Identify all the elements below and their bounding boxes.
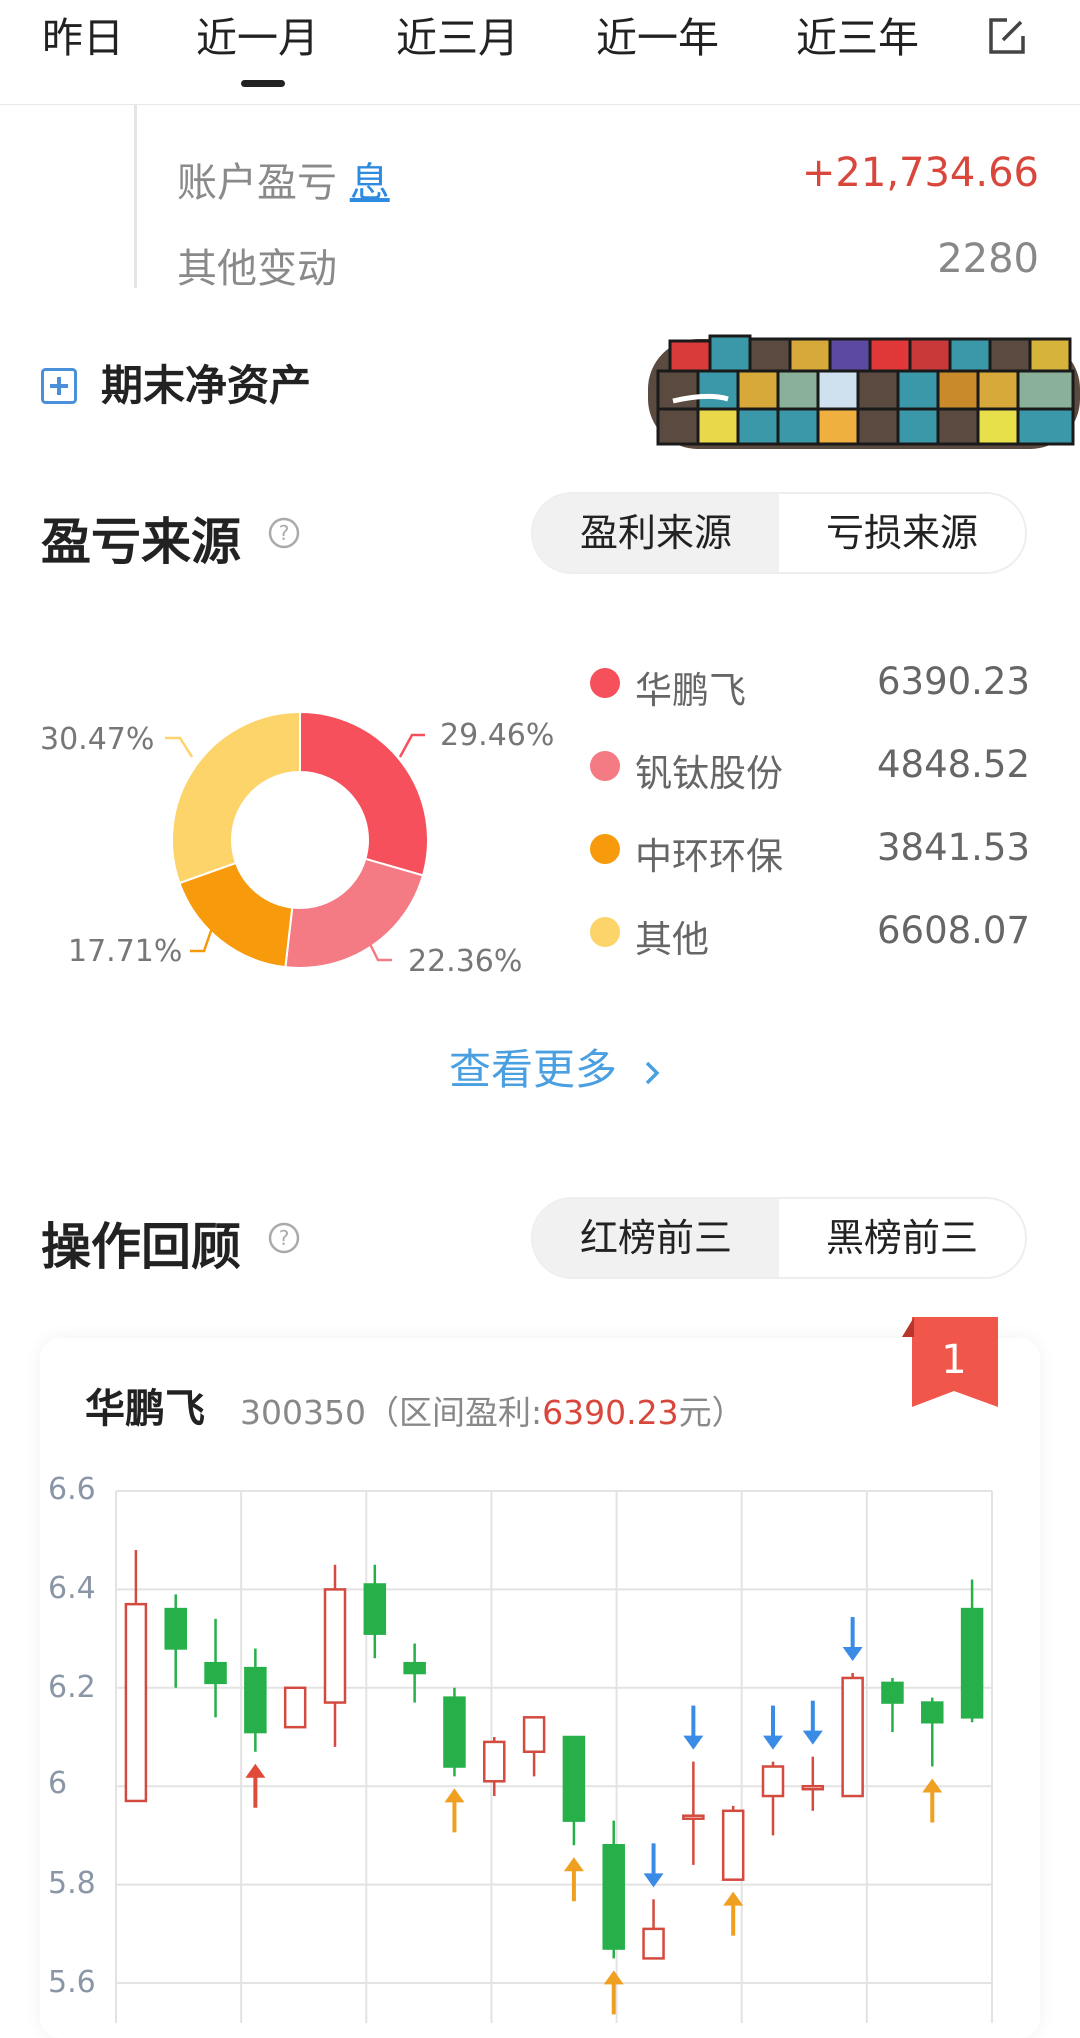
sell-arrow-icon: [763, 1705, 783, 1750]
candlestick-chart: [115, 1490, 993, 2023]
candle: [602, 1820, 625, 1959]
candle: [921, 1697, 944, 1767]
buy-arrow-icon: [922, 1778, 943, 1823]
sell-arrow-icon: [842, 1617, 863, 1662]
candle: [204, 1618, 227, 1718]
candle: [443, 1687, 466, 1777]
candle-body: [881, 1681, 904, 1704]
buy-arrow-icon: [603, 1970, 624, 2015]
candle: [761, 1761, 785, 1836]
candle-body: [323, 1588, 347, 1704]
candle: [403, 1643, 426, 1703]
sell-arrow-icon: [802, 1700, 823, 1745]
candle-body: [761, 1765, 785, 1798]
candle: [841, 1673, 864, 1798]
candle-body: [642, 1927, 665, 1960]
candle-body: [562, 1735, 586, 1822]
candle: [801, 1756, 825, 1811]
candle-body: [164, 1607, 187, 1650]
candle-body: [522, 1716, 546, 1754]
candle-body: [602, 1843, 625, 1950]
candle-body: [443, 1696, 466, 1768]
candle: [323, 1564, 347, 1747]
candle-body: [960, 1607, 984, 1719]
candle: [562, 1735, 586, 1846]
candle-body: [283, 1686, 307, 1729]
candle: [283, 1686, 307, 1729]
buy-arrow-icon: [444, 1788, 465, 1833]
candle: [164, 1594, 187, 1688]
candle-body: [124, 1602, 148, 1803]
candle-body: [403, 1661, 426, 1675]
candle-body: [841, 1676, 864, 1798]
candle: [721, 1805, 745, 1881]
candle-body: [921, 1701, 944, 1724]
candle-body: [363, 1583, 387, 1635]
candle-body: [682, 1814, 705, 1820]
candle-body: [244, 1666, 267, 1734]
candle: [124, 1550, 148, 1803]
candle: [244, 1648, 267, 1752]
candle: [642, 1899, 665, 1960]
buy-arrow-icon: [563, 1857, 584, 1902]
candle-body: [721, 1809, 745, 1881]
candle: [522, 1716, 546, 1777]
candle-body: [204, 1661, 227, 1685]
buy-arrow-icon: [723, 1891, 744, 1936]
candle: [682, 1761, 705, 1865]
candle-body: [483, 1740, 506, 1783]
candle-body: [801, 1784, 825, 1791]
sell-arrow-icon: [643, 1843, 664, 1888]
candle: [960, 1579, 984, 1723]
candle: [881, 1677, 904, 1733]
sell-arrow-icon: [683, 1705, 704, 1750]
candle: [363, 1564, 387, 1659]
